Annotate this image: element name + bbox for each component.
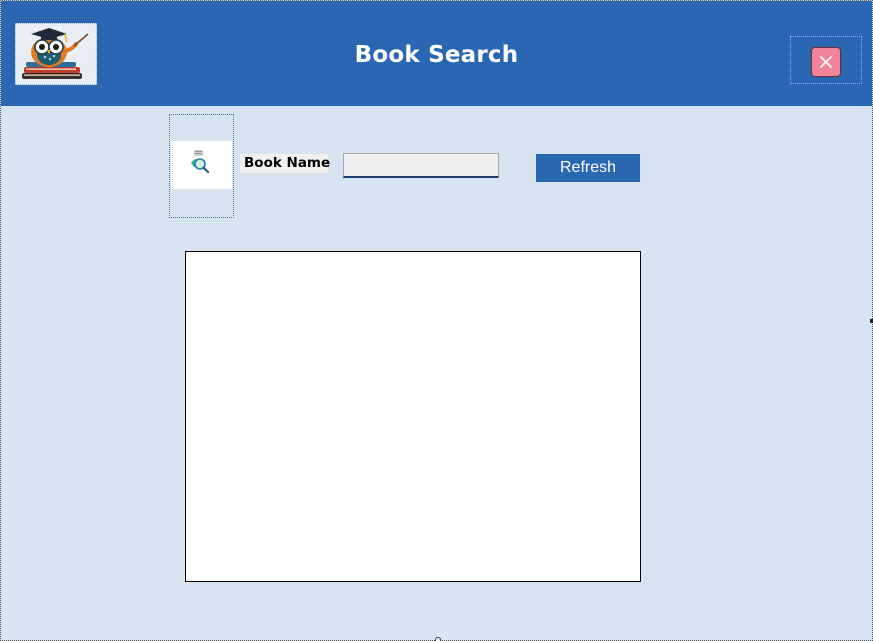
book-name-input[interactable] (343, 153, 499, 178)
close-x-icon (819, 55, 833, 69)
book-search-icon (191, 150, 210, 174)
book-search-icon-box (171, 141, 232, 189)
window-resize-mark-bottom (435, 637, 441, 641)
close-button[interactable] (811, 47, 841, 77)
window-title: Book Search (354, 42, 519, 68)
book-name-label: Book Name (240, 154, 330, 173)
search-icon-frame (169, 114, 234, 218)
results-grid[interactable] (185, 251, 641, 582)
title-bar: Book Search (1, 1, 872, 106)
book-search-window: Book Search Book Name Refresh (0, 0, 873, 641)
close-button-frame (790, 36, 862, 84)
refresh-button[interactable]: Refresh (536, 154, 640, 182)
